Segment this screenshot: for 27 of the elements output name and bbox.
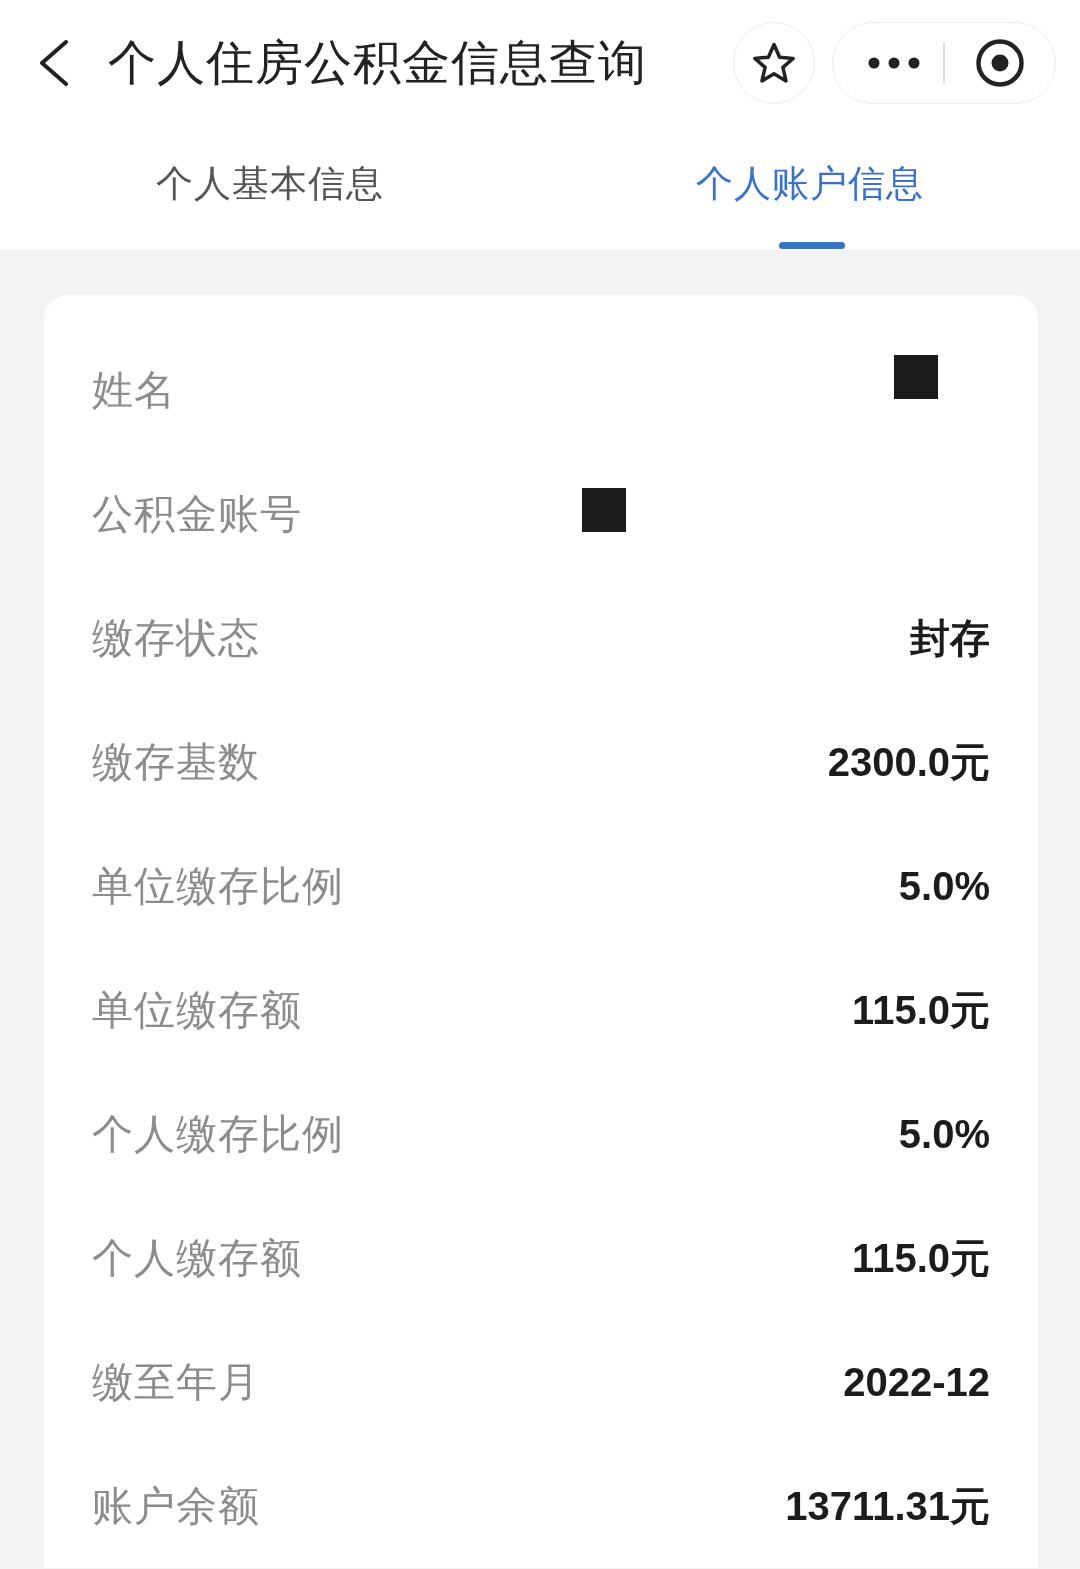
star-icon: [752, 41, 796, 84]
target-icon[interactable]: [975, 38, 1024, 87]
field-value: 115.0元: [852, 986, 990, 1034]
field-value: 115.0元: [852, 1234, 990, 1282]
tab[interactable]: 个人账户信息: [540, 125, 1080, 250]
field-value: 2300.0元: [827, 738, 990, 786]
field-value: 5.0%: [898, 1111, 990, 1157]
field-label: 缴存基数: [92, 736, 260, 788]
field-label: 公积金账号: [92, 488, 302, 540]
tab[interactable]: 个人基本信息: [0, 125, 540, 250]
field-value: 封存: [910, 614, 990, 662]
field-label: 个人缴存额: [92, 1232, 302, 1284]
field-label: 账户余额: [92, 1480, 260, 1532]
field-label: 缴至年月: [92, 1356, 260, 1408]
field-label: 单位缴存额: [92, 984, 302, 1036]
field-label: 单位缴存比例: [92, 860, 344, 912]
field-value: 13711.31元: [785, 1482, 990, 1530]
field-label: 缴存状态: [92, 612, 260, 664]
field-label: 个人缴存比例: [92, 1108, 344, 1160]
redaction-block: [582, 488, 626, 532]
field-label: 姓名: [92, 364, 176, 416]
redaction-block: [894, 355, 938, 399]
field-value: 2022-12: [843, 1359, 990, 1405]
field-value: 5.0%: [898, 863, 990, 909]
page-title: 个人住房公积金信息查询: [108, 32, 648, 92]
more-icon[interactable]: [868, 56, 920, 69]
back-icon[interactable]: [38, 39, 68, 86]
